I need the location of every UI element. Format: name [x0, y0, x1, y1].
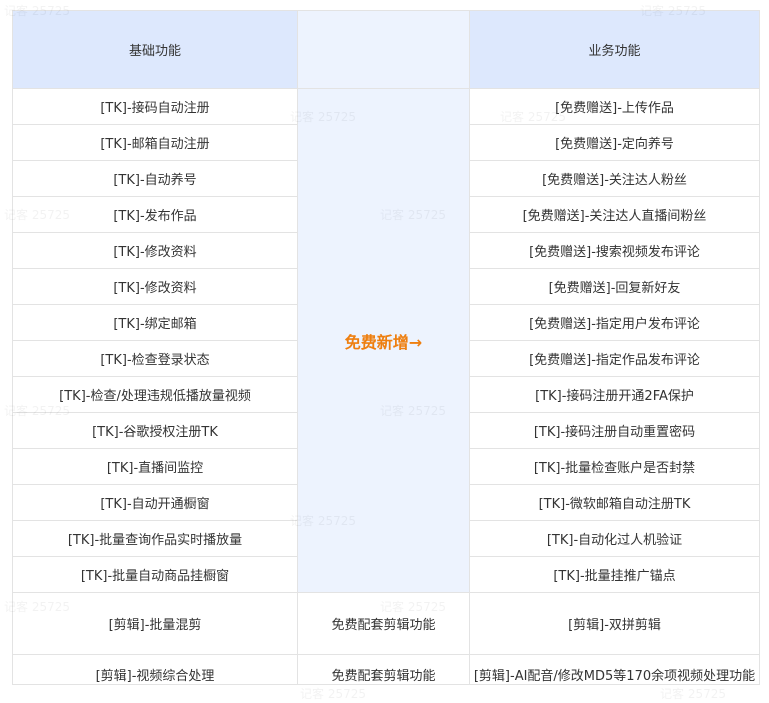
- edit-row-basic: [剪辑]-批量混剪: [13, 593, 298, 655]
- basic-row: [TK]-修改资料: [13, 233, 298, 269]
- basic-row: [TK]-发布作品: [13, 197, 298, 233]
- basic-row: [TK]-邮箱自动注册: [13, 125, 298, 161]
- basic-row: [TK]-自动养号: [13, 161, 298, 197]
- free-new-label: 免费新增→: [298, 89, 470, 593]
- business-row: [免费赠送]-上传作品: [470, 89, 760, 125]
- business-row: [TK]-自动化过人机验证: [470, 521, 760, 557]
- business-row: [免费赠送]-指定用户发布评论: [470, 305, 760, 341]
- business-row: [免费赠送]-回复新好友: [470, 269, 760, 305]
- basic-row: [TK]-绑定邮箱: [13, 305, 298, 341]
- basic-row: [TK]-批量自动商品挂橱窗: [13, 557, 298, 593]
- business-row: [免费赠送]-定向养号: [470, 125, 760, 161]
- business-row: [TK]-接码注册开通2FA保护: [470, 377, 760, 413]
- business-row: [免费赠送]-指定作品发布评论: [470, 341, 760, 377]
- edit-row-basic: [剪辑]-视频综合处理: [13, 655, 298, 685]
- basic-row: [TK]-接码自动注册: [13, 89, 298, 125]
- edit-row-middle: 免费配套剪辑功能: [298, 655, 470, 685]
- header-middle: [298, 11, 470, 89]
- business-row: [免费赠送]-关注达人粉丝: [470, 161, 760, 197]
- header-business: 业务功能: [470, 11, 760, 89]
- business-row: [TK]-微软邮箱自动注册TK: [470, 485, 760, 521]
- basic-row: [TK]-直播间监控: [13, 449, 298, 485]
- business-row: [免费赠送]-关注达人直播间粉丝: [470, 197, 760, 233]
- business-row: [TK]-批量挂推广锚点: [470, 557, 760, 593]
- business-row: [TK]-批量检查账户是否封禁: [470, 449, 760, 485]
- basic-row: [TK]-自动开通橱窗: [13, 485, 298, 521]
- basic-row: [TK]-批量查询作品实时播放量: [13, 521, 298, 557]
- header-basic: 基础功能: [13, 11, 298, 89]
- business-row: [免费赠送]-搜索视频发布评论: [470, 233, 760, 269]
- basic-row: [TK]-修改资料: [13, 269, 298, 305]
- watermark: 记客 25725: [300, 687, 366, 701]
- edit-row-business: [剪辑]-AI配音/修改MD5等170余项视频处理功能: [470, 655, 760, 685]
- watermark: 记客 25725: [660, 687, 726, 701]
- basic-row: [TK]-检查/处理违规低播放量视频: [13, 377, 298, 413]
- feature-table: 基础功能 业务功能 免费新增→ [TK]-接码自动注册 [TK]-邮箱自动注册 …: [12, 10, 760, 685]
- edit-row-middle: 免费配套剪辑功能: [298, 593, 470, 655]
- edit-row-business: [剪辑]-双拼剪辑: [470, 593, 760, 655]
- basic-row: [TK]-检查登录状态: [13, 341, 298, 377]
- basic-row: [TK]-谷歌授权注册TK: [13, 413, 298, 449]
- business-row: [TK]-接码注册自动重置密码: [470, 413, 760, 449]
